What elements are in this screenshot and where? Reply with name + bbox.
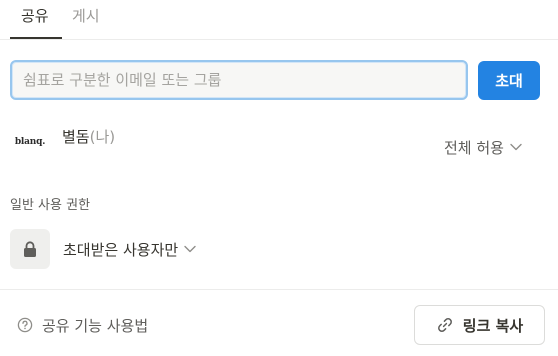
invite-field[interactable] xyxy=(10,60,468,100)
invite-button[interactable]: 초대 xyxy=(478,61,540,100)
member-name: 별돔(나) xyxy=(62,127,115,147)
invite-email-input[interactable] xyxy=(23,71,455,89)
share-help-link[interactable]: 공유 기능 사용법 xyxy=(17,315,148,335)
member-access-label: 전체 허용 xyxy=(444,138,504,157)
chevron-down-icon xyxy=(184,245,196,253)
question-circle-icon xyxy=(17,317,33,333)
tab-publish[interactable]: 게시 xyxy=(72,6,100,26)
tab-share[interactable]: 공유 xyxy=(21,6,49,26)
share-help-label: 공유 기능 사용법 xyxy=(42,316,149,335)
general-access-label: 초대받은 사용자만 xyxy=(63,240,179,259)
active-tab-indicator xyxy=(10,37,62,39)
tab-bar: 공유 게시 xyxy=(0,0,558,40)
member-self-suffix: (나) xyxy=(89,128,116,146)
share-panel: 공유 게시 초대 blanq. 별돔(나) 전체 허용 일반 사용 권한 초대받… xyxy=(0,0,558,356)
chevron-down-icon xyxy=(510,143,522,151)
general-access-heading: 일반 사용 권한 xyxy=(10,198,91,213)
footer-divider xyxy=(0,289,558,290)
link-icon xyxy=(437,318,452,332)
member-avatar-logo: blanq. xyxy=(14,137,46,147)
lock-icon xyxy=(24,240,36,257)
member-access-dropdown[interactable]: 전체 허용 xyxy=(444,137,522,157)
general-access-icon-box xyxy=(10,229,50,269)
copy-link-button[interactable]: 링크 복사 xyxy=(414,305,545,345)
general-access-dropdown[interactable]: 초대받은 사용자만 xyxy=(63,239,196,259)
member-name-text: 별돔 xyxy=(62,128,90,146)
copy-link-label: 링크 복사 xyxy=(462,316,524,335)
